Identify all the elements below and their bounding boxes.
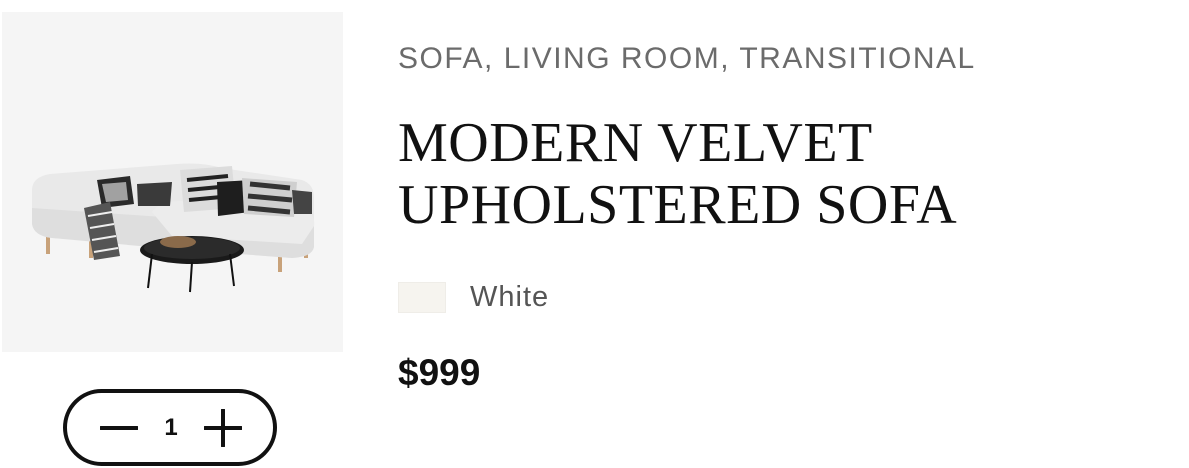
product-title: MODERN VELVET UPHOLSTERED SOFA: [398, 112, 1098, 236]
product-price: $999: [398, 352, 481, 393]
increment-button[interactable]: [203, 408, 243, 448]
quantity-stepper: 1: [63, 389, 277, 466]
decrement-button[interactable]: [99, 408, 139, 448]
product-title-line-2: UPHOLSTERED SOFA: [398, 174, 958, 236]
color-swatch[interactable]: [398, 282, 446, 313]
color-variant: White: [398, 281, 549, 314]
quantity-value[interactable]: 1: [164, 414, 177, 442]
minus-icon: [100, 425, 138, 430]
color-variant-label: White: [470, 281, 550, 313]
product-categories: SOFA, LIVING ROOM, TRANSITIONAL: [398, 42, 976, 75]
product-image[interactable]: [2, 12, 343, 352]
product-title-line-1: MODERN VELVET: [398, 112, 873, 174]
plus-icon: [203, 408, 242, 447]
sofa-illustration: [2, 12, 343, 352]
